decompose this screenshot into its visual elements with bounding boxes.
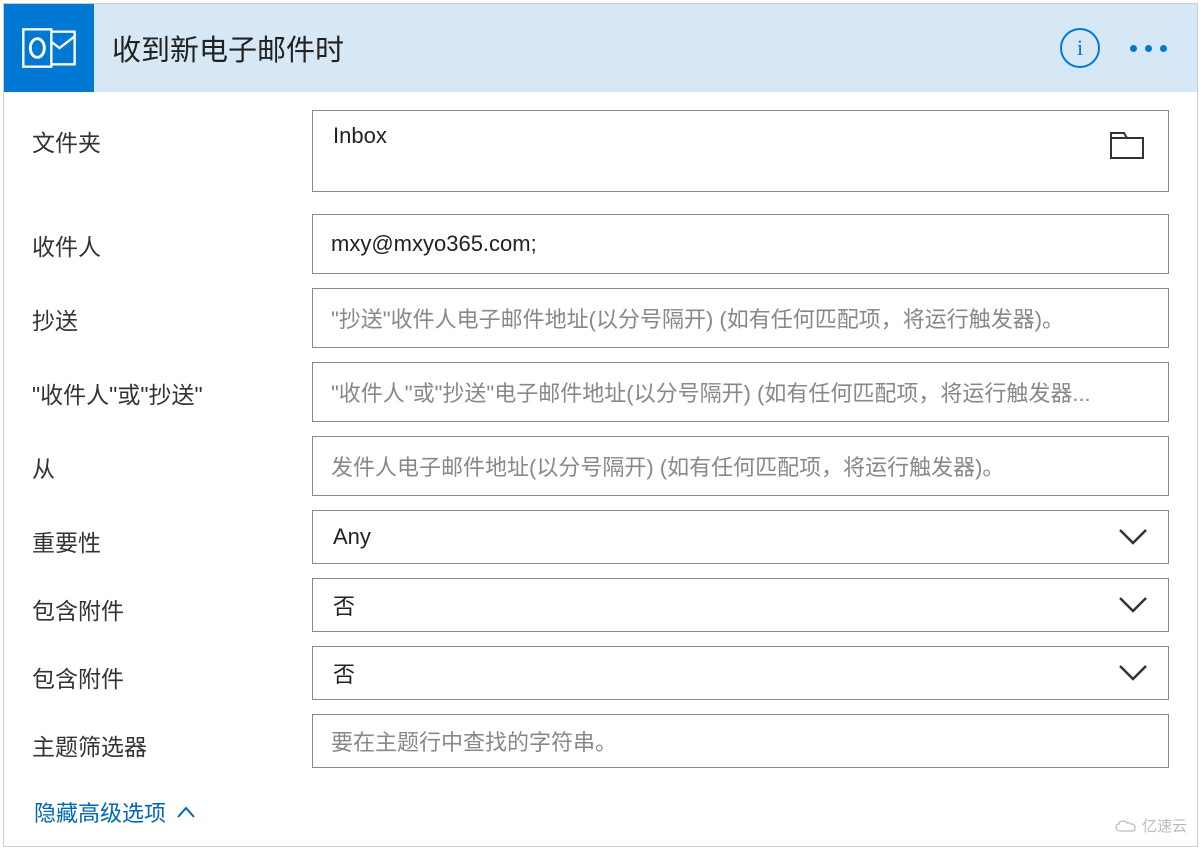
label-has-attachment-2: 包含附件 <box>32 646 312 694</box>
has-attachment-1-value: 否 <box>333 589 355 621</box>
to-input[interactable]: mxy@mxyo365.com; <box>312 214 1169 274</box>
chevron-down-icon <box>1118 596 1148 614</box>
toggle-label: 隐藏高级选项 <box>34 796 166 828</box>
from-placeholder: 发件人电子邮件地址(以分号隔开) (如有任何匹配项，将运行触发器)。 <box>331 450 1004 482</box>
watermark: 亿速云 <box>1114 815 1187 836</box>
row-to-or-cc: "收件人"或"抄送" "收件人"或"抄送"电子邮件地址(以分号隔开) (如有任何… <box>32 362 1169 422</box>
has-attachment-2-select[interactable]: 否 <box>312 646 1169 700</box>
row-subject-filter: 主题筛选器 要在主题行中查找的字符串。 <box>32 714 1169 768</box>
chevron-up-icon <box>176 805 196 819</box>
has-attachment-2-value: 否 <box>333 657 355 689</box>
subject-filter-placeholder: 要在主题行中查找的字符串。 <box>331 725 617 757</box>
trigger-card: 收到新电子邮件时 i 文件夹 Inbox <box>3 3 1198 847</box>
folder-value: Inbox <box>333 123 387 149</box>
card-title: 收到新电子邮件时 <box>94 27 1060 69</box>
label-from: 从 <box>32 436 312 484</box>
chevron-down-icon <box>1118 528 1148 546</box>
row-from: 从 发件人电子邮件地址(以分号隔开) (如有任何匹配项，将运行触发器)。 <box>32 436 1169 496</box>
card-body: 文件夹 Inbox 收件人 mxy@mxyo365.com; 抄送 <box>4 92 1197 846</box>
row-has-attachment-1: 包含附件 否 <box>32 578 1169 632</box>
cc-input[interactable]: "抄送"收件人电子邮件地址(以分号隔开) (如有任何匹配项，将运行触发器)。 <box>312 288 1169 348</box>
header-actions: i <box>1060 28 1197 68</box>
watermark-text: 亿速云 <box>1142 815 1187 836</box>
label-cc: 抄送 <box>32 288 312 336</box>
more-menu-button[interactable] <box>1130 45 1167 52</box>
label-has-attachment-1: 包含附件 <box>32 578 312 626</box>
label-to: 收件人 <box>32 214 312 262</box>
outlook-logo <box>4 4 94 92</box>
cc-placeholder: "抄送"收件人电子邮件地址(以分号隔开) (如有任何匹配项，将运行触发器)。 <box>331 302 1064 334</box>
importance-value: Any <box>333 524 371 550</box>
row-to: 收件人 mxy@mxyo365.com; <box>32 214 1169 274</box>
row-cc: 抄送 "抄送"收件人电子邮件地址(以分号隔开) (如有任何匹配项，将运行触发器)… <box>32 288 1169 348</box>
subject-filter-input[interactable]: 要在主题行中查找的字符串。 <box>312 714 1169 768</box>
to-or-cc-placeholder: "收件人"或"抄送"电子邮件地址(以分号隔开) (如有任何匹配项，将运行触发器.… <box>331 376 1091 408</box>
hide-advanced-toggle[interactable]: 隐藏高级选项 <box>34 796 1169 828</box>
row-has-attachment-2: 包含附件 否 <box>32 646 1169 700</box>
folder-icon <box>1110 131 1144 159</box>
outlook-icon <box>21 20 77 76</box>
label-subject-filter: 主题筛选器 <box>32 714 312 762</box>
info-button[interactable]: i <box>1060 28 1100 68</box>
to-value: mxy@mxyo365.com; <box>331 231 537 257</box>
label-importance: 重要性 <box>32 510 312 558</box>
label-folder: 文件夹 <box>32 110 312 158</box>
row-folder: 文件夹 Inbox <box>32 110 1169 192</box>
folder-picker[interactable]: Inbox <box>312 110 1169 192</box>
cloud-icon <box>1114 818 1138 834</box>
has-attachment-1-select[interactable]: 否 <box>312 578 1169 632</box>
info-icon: i <box>1077 35 1083 61</box>
label-to-or-cc: "收件人"或"抄送" <box>32 362 312 410</box>
to-or-cc-input[interactable]: "收件人"或"抄送"电子邮件地址(以分号隔开) (如有任何匹配项，将运行触发器.… <box>312 362 1169 422</box>
importance-select[interactable]: Any <box>312 510 1169 564</box>
from-input[interactable]: 发件人电子邮件地址(以分号隔开) (如有任何匹配项，将运行触发器)。 <box>312 436 1169 496</box>
chevron-down-icon <box>1118 664 1148 682</box>
card-header: 收到新电子邮件时 i <box>4 4 1197 92</box>
row-importance: 重要性 Any <box>32 510 1169 564</box>
